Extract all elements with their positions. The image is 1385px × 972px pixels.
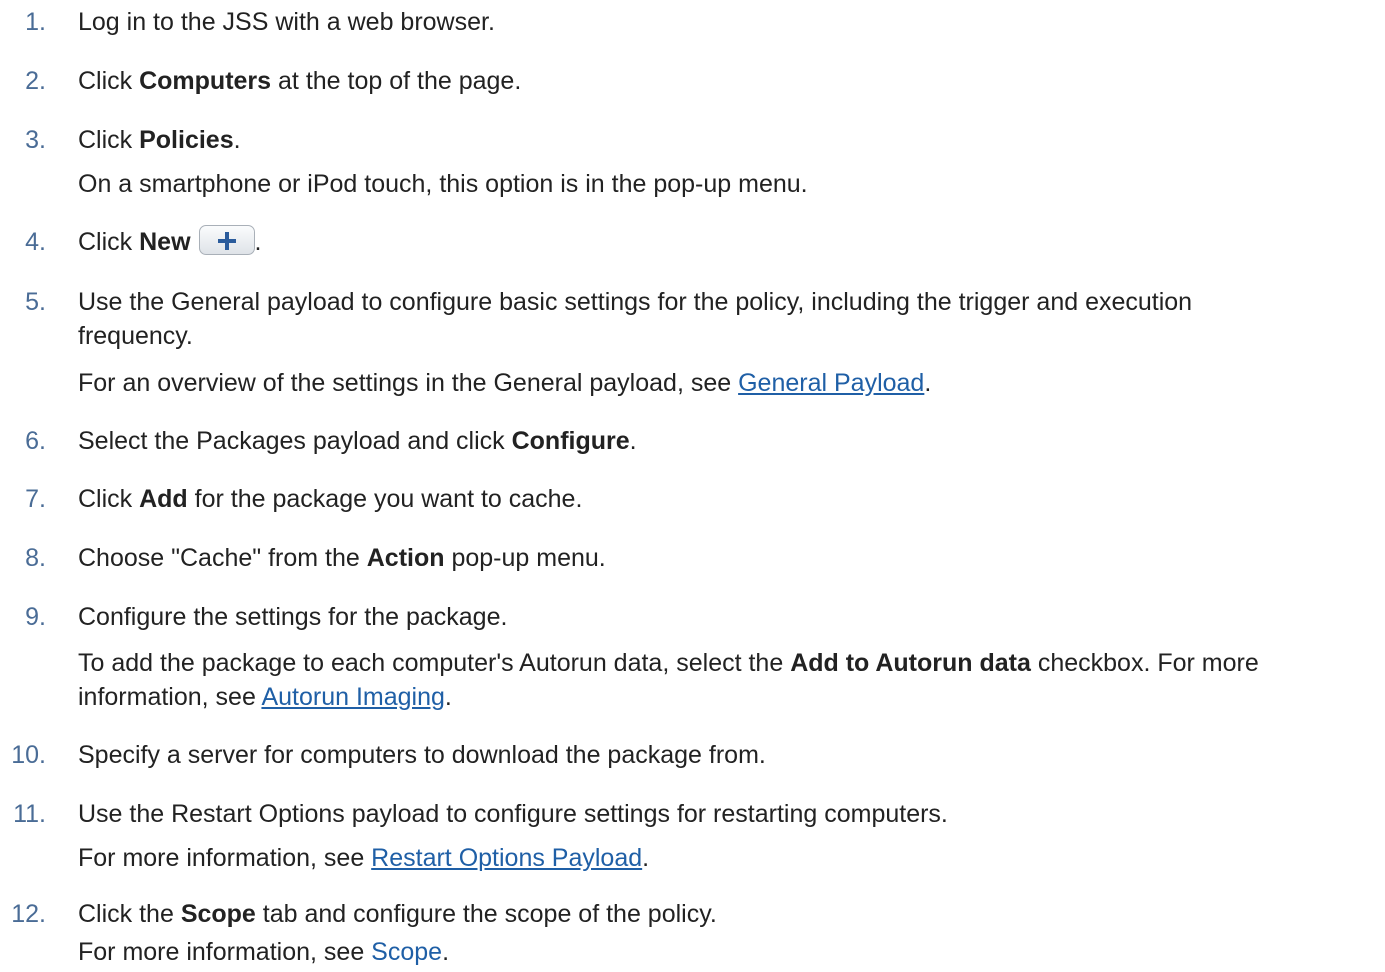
scope-link[interactable]: Scope bbox=[371, 938, 442, 966]
step-text: Use the Restart Options payload to confi… bbox=[78, 800, 948, 828]
step-note: On a smartphone or iPod touch, this opti… bbox=[78, 170, 808, 198]
step-number: 5. bbox=[25, 288, 46, 316]
step-number: 2. bbox=[25, 67, 46, 95]
step-text: Click New. bbox=[78, 225, 261, 258]
step-number: 6. bbox=[25, 427, 46, 455]
ui-term: New bbox=[139, 228, 191, 256]
step-text: Choose "Cache" from the Action pop-up me… bbox=[78, 544, 606, 572]
step-text: Specify a server for computers to downlo… bbox=[78, 741, 766, 769]
ui-term: Configure bbox=[511, 427, 630, 455]
step-number: 3. bbox=[25, 126, 46, 154]
step-text: Click Add for the package you want to ca… bbox=[78, 485, 583, 513]
step-text-line-2: frequency. bbox=[78, 322, 193, 350]
step-text-line-1: Use the General payload to configure bas… bbox=[78, 288, 1193, 316]
step-text: Click Policies. bbox=[78, 126, 241, 154]
step-note-line-1: To add the package to each computer's Au… bbox=[78, 649, 1259, 677]
autorun-imaging-link[interactable]: Autorun Imaging bbox=[261, 683, 444, 711]
ui-term: Computers bbox=[139, 67, 272, 95]
step-number: 7. bbox=[25, 485, 46, 513]
step-text: Log in to the JSS with a web browser. bbox=[78, 8, 495, 36]
step-number: 4. bbox=[25, 228, 46, 256]
step-number: 12. bbox=[11, 900, 46, 928]
ui-term: Scope bbox=[180, 900, 256, 928]
ui-term: Policies bbox=[139, 126, 234, 154]
step-text: Select the Packages payload and click Co… bbox=[78, 427, 637, 455]
ui-term: Add bbox=[139, 485, 188, 513]
new-button[interactable] bbox=[198, 225, 255, 256]
step-number: 10. bbox=[11, 741, 46, 769]
step-number: 11. bbox=[13, 800, 46, 828]
step-text: Click Computers at the top of the page. bbox=[78, 67, 522, 95]
step-note: For an overview of the settings in the G… bbox=[78, 369, 932, 397]
step-number: 9. bbox=[25, 603, 46, 631]
general-payload-link[interactable]: General Payload bbox=[738, 369, 924, 397]
step-number: 8. bbox=[25, 544, 46, 572]
step-number: 1. bbox=[25, 8, 46, 36]
step-note: For more information, see Restart Option… bbox=[78, 844, 650, 872]
step-note: For more information, see Scope. bbox=[78, 938, 450, 966]
restart-options-payload-link[interactable]: Restart Options Payload bbox=[371, 844, 642, 872]
step-text: Configure the settings for the package. bbox=[78, 603, 508, 631]
step-note-line-2: information, see Autorun Imaging. bbox=[78, 683, 452, 711]
ui-term: Action bbox=[366, 544, 445, 572]
procedure-steps: 1. Log in to the JSS with a web browser.… bbox=[0, 0, 1385, 972]
ui-term: Add to Autorun data bbox=[790, 649, 1031, 677]
plus-icon bbox=[217, 232, 236, 251]
step-text: Click the Scope tab and configure the sc… bbox=[78, 900, 717, 928]
